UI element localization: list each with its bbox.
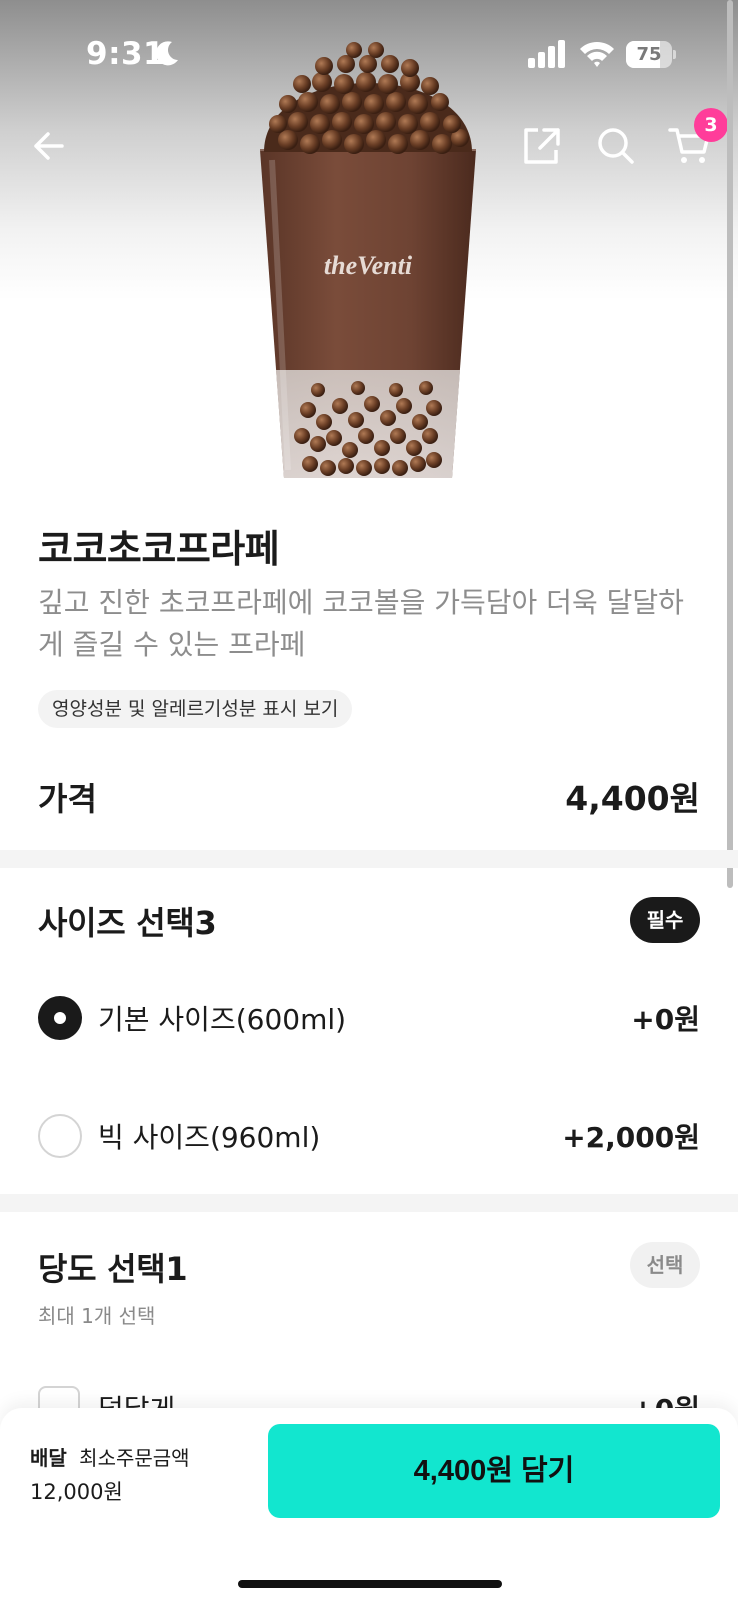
price-value: 4,400원 <box>565 779 700 818</box>
cup-brand-text: theVenti <box>324 251 413 280</box>
price-label: 가격 <box>38 780 97 818</box>
wifi-icon <box>580 41 614 67</box>
battery-level: 75 <box>636 44 662 65</box>
back-arrow-icon[interactable] <box>28 124 72 168</box>
section-divider <box>0 1194 738 1212</box>
section-divider <box>0 850 738 868</box>
cart-count-badge: 3 <box>694 108 728 142</box>
min-order-amount: 12,000원 <box>30 1480 123 1504</box>
nutrition-info-link[interactable]: 영양성분 및 알레르기성분 표시 보기 <box>38 690 353 728</box>
size-section-title: 사이즈 선택3 <box>38 904 217 942</box>
share-icon[interactable] <box>520 124 564 168</box>
max-selection-note: 최대 1개 선택 <box>38 1304 156 1328</box>
cellular-signal-icon <box>528 40 565 68</box>
delivery-label: 배달 <box>30 1446 67 1470</box>
product-hero: theVenti 9:31 75 3 <box>0 0 738 478</box>
product-description: 깊고 진한 초코프라페에 코코볼을 가득담아 더욱 달달하게 즐길 수 있는 프… <box>38 586 684 661</box>
product-image: theVenti <box>260 42 476 478</box>
add-to-cart-button[interactable]: 4,400원 담기 <box>268 1424 720 1518</box>
optional-badge: 선택 <box>630 1242 700 1288</box>
status-bar: 9:31 75 <box>0 0 738 100</box>
delivery-min-order: 배달 최소주문금액 <box>30 1442 190 1471</box>
bottom-order-bar: 배달 최소주문금액 12,000원 4,400원 담기 <box>0 1408 738 1600</box>
battery-indicator: 75 <box>626 41 676 68</box>
home-indicator[interactable] <box>238 1580 502 1588</box>
option-price: +2,000원 <box>562 1121 700 1154</box>
sweetness-section-title: 당도 선택1 <box>38 1250 188 1288</box>
option-price: +0원 <box>631 1003 700 1036</box>
scrollbar[interactable] <box>727 0 733 888</box>
radio-unselected-icon[interactable] <box>38 1114 82 1158</box>
moon-icon <box>156 41 178 66</box>
radio-selected-icon[interactable] <box>38 996 82 1040</box>
search-icon[interactable] <box>594 124 638 168</box>
min-order-label: 최소주문금액 <box>79 1446 190 1470</box>
size-option-big[interactable]: 빅 사이즈(960ml) +2,000원 <box>0 1106 738 1166</box>
size-option-regular[interactable]: 기본 사이즈(600ml) +0원 <box>0 988 738 1048</box>
option-label: 기본 사이즈(600ml) <box>98 1003 347 1036</box>
product-title: 코코초코프라페 <box>38 527 280 571</box>
option-label: 빅 사이즈(960ml) <box>98 1121 321 1154</box>
required-badge: 필수 <box>630 897 700 943</box>
